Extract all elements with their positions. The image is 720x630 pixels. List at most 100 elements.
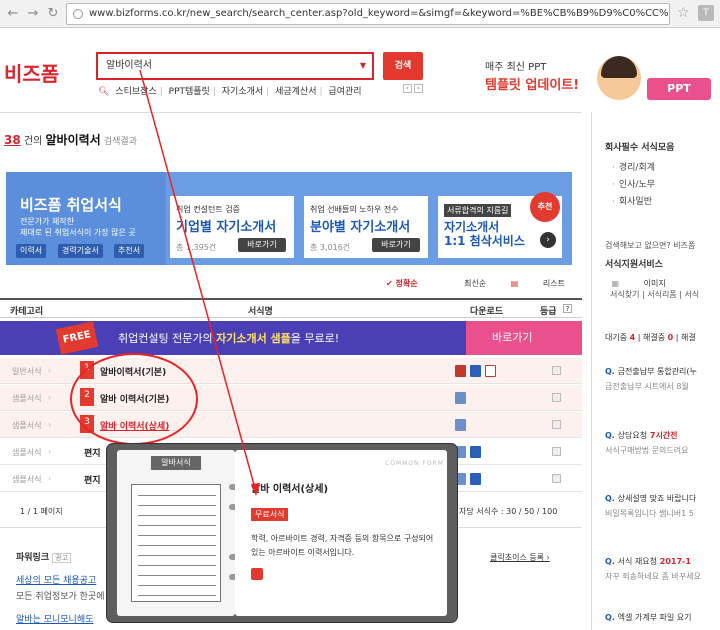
- qa-time: 7시간전: [649, 431, 678, 440]
- search-icon: 🔍︎: [98, 87, 110, 97]
- info-icon: [73, 9, 83, 19]
- promo-subtitle[interactable]: 매주 최신 PPT: [485, 58, 546, 73]
- result-suffix: 검색결과: [103, 137, 137, 147]
- chevron-right-icon[interactable]: ›: [540, 232, 556, 248]
- status-label: 해결: [681, 333, 696, 342]
- word-file-icon[interactable]: [470, 473, 481, 485]
- free-badge: FREE: [55, 321, 99, 355]
- row-category: 샘플서식: [12, 448, 42, 457]
- sort-label: 정확순: [395, 279, 418, 288]
- sidebar-tabs[interactable]: 서식찾기 | 서식리폼 | 서식: [610, 289, 699, 300]
- company-cover-letter-card[interactable]: 취업 컨설턴트 검증 기업별 자기소개서 총 1,395건 바로가기: [170, 196, 294, 258]
- qa-item[interactable]: Q. 상세설명 맞죠 바랍니다 비밀목록입니다 쌤니버1 5: [605, 493, 720, 519]
- back-icon[interactable]: ←: [4, 5, 22, 23]
- card-title: 자기소개서 1:1 첨삭서비스: [444, 220, 525, 248]
- per-page-selector[interactable]: 자당 서식수 : 30 / 50 / 100: [459, 506, 557, 517]
- category-link[interactable]: 세금계산서: [275, 87, 316, 97]
- category-link[interactable]: 급여관리: [328, 87, 361, 97]
- free-go-button[interactable]: 바로가기: [466, 321, 582, 355]
- card-caption: 취업 컨설턴트 검증: [176, 205, 240, 214]
- doc-file-icon[interactable]: [455, 419, 466, 431]
- word-file-icon[interactable]: [470, 365, 481, 377]
- column-category: 카테고리: [10, 307, 44, 317]
- text-part: 의: [202, 332, 213, 345]
- go-button[interactable]: 바로가기: [238, 238, 286, 252]
- power-link-label: 파워링크 광고: [16, 550, 72, 563]
- grade-icon: [552, 447, 561, 456]
- column-grade: 등급: [540, 307, 557, 317]
- click-choice-link[interactable]: 클릭초이스 등록 ›: [490, 552, 550, 563]
- count-suffix: 건의: [23, 136, 43, 147]
- ad-link[interactable]: 알바는 모니모니해도: [16, 612, 93, 625]
- view-label: 리스트: [542, 279, 565, 288]
- status-count: 4: [629, 333, 636, 342]
- bookmark-star-icon[interactable]: ☆: [677, 5, 690, 21]
- grid-icon: ▦: [611, 279, 620, 288]
- site-logo[interactable]: 비즈폼: [4, 58, 59, 87]
- prev-arrow-icon[interactable]: ‹: [403, 84, 412, 93]
- category-link[interactable]: 자기소개서: [222, 87, 263, 97]
- form-title[interactable]: 편지: [84, 446, 101, 459]
- result-keyword: 알바이력서: [45, 133, 101, 147]
- form-title[interactable]: 편지: [84, 473, 101, 486]
- banner-sub-line: 제대로 된 취업서식이 가장 많은 곳: [20, 228, 136, 237]
- sidebar-question: 검색해보고 없으면? 비즈폼: [605, 241, 696, 250]
- view-image[interactable]: ▦ 이미지: [612, 279, 688, 288]
- sidebar-title[interactable]: 회사필수 서식모음: [605, 140, 674, 153]
- page-indicator: 1 / 1 페이지: [20, 507, 63, 516]
- category-link[interactable]: 스티브잡스: [115, 87, 156, 97]
- sidebar-item[interactable]: 경리/회계: [612, 160, 655, 173]
- view-list[interactable]: ▤ 리스트: [511, 279, 587, 288]
- banner-sub-line: 전문가가 제작한: [20, 217, 75, 226]
- free-sample-banner[interactable]: FREE 취업컨설팅 전문가의 자기소개서 샘플을 무료로! 바로가기: [0, 321, 582, 355]
- pdf-file-icon[interactable]: [485, 365, 496, 377]
- ad-link[interactable]: 세상의 모든 채용공고: [16, 573, 96, 586]
- sidebar-item[interactable]: 회사일반: [612, 194, 652, 207]
- search-button[interactable]: 검색: [383, 52, 423, 80]
- free-banner-text: 취업컨설팅 전문가의 자기소개서 샘플을 무료로!: [118, 330, 339, 346]
- grade-icon: [552, 393, 561, 402]
- sidebar-item[interactable]: 인사/노무: [612, 177, 655, 190]
- hwp-file-icon[interactable]: [455, 365, 466, 377]
- forward-icon[interactable]: →: [24, 5, 42, 23]
- job-forms-banner[interactable]: 비즈폼 취업서식 전문가가 제작한 제대로 된 취업서식이 가장 많은 곳 이력서…: [6, 172, 572, 265]
- doc-file-icon[interactable]: [455, 392, 466, 404]
- qa-item[interactable]: Q. 상담요청 7시간전 서식구매방법 문의드려요: [605, 430, 720, 456]
- sort-latest[interactable]: 최신순: [464, 279, 486, 288]
- form-thumbnail[interactable]: [131, 484, 221, 602]
- ppt-badge[interactable]: PPT: [647, 78, 711, 100]
- qa-item[interactable]: Q. 서식 재요청 2017-1 자꾸 죄송하네요 좀 바꾸세요: [605, 556, 720, 582]
- power-link-title: 파워링크: [16, 553, 50, 563]
- card-count: 총 1,395건: [176, 243, 217, 252]
- next-arrow-icon[interactable]: ›: [414, 84, 423, 93]
- qa-item[interactable]: Q. 엑셀 가계부 파일 요기: [605, 612, 720, 623]
- career-button[interactable]: 경력기술서: [58, 244, 103, 258]
- ad-description: 모든 취업정보가 한곳에: [16, 592, 105, 602]
- go-button[interactable]: 바로가기: [372, 238, 420, 252]
- search-input[interactable]: 알바이력서 ▼: [96, 52, 374, 80]
- help-icon[interactable]: ?: [563, 304, 572, 313]
- address-bar[interactable]: www.bizforms.co.kr/new_search/search_cen…: [66, 3, 670, 25]
- field-cover-letter-card[interactable]: 취업 선배들의 노하우 전수 분야별 자기소개서 총 3,016건 바로가기: [304, 196, 428, 258]
- column-download: 다운로드: [470, 307, 504, 317]
- qa-item[interactable]: Q. 금전출납부 통합관리(누 금전출납부 시트에서 8월: [605, 366, 720, 392]
- free-tag: 무료서식: [251, 508, 289, 521]
- preview-title: 알바 이력서(상세): [251, 484, 329, 495]
- view-label: 이미지: [643, 279, 666, 288]
- sort-accuracy[interactable]: ✔ 정확순: [386, 279, 440, 288]
- card-title: 기업별 자기소개서: [176, 220, 277, 235]
- preview-left-page: 알바서식: [117, 450, 235, 616]
- card-title: 분야별 자기소개서: [310, 220, 411, 235]
- card-count: 총 3,016건: [310, 243, 351, 252]
- recommend-button[interactable]: 추천서: [114, 244, 145, 258]
- promo-title[interactable]: 템플릿 업데이트!: [485, 74, 579, 93]
- extension-icon[interactable]: T: [698, 5, 714, 21]
- reload-icon[interactable]: ↻: [44, 5, 62, 23]
- resume-button[interactable]: 이력서: [16, 244, 47, 258]
- dropdown-arrow-icon[interactable]: ▼: [360, 54, 366, 78]
- grade-icon: [552, 366, 561, 375]
- sidebar-service-title[interactable]: 서식지원서비스: [605, 257, 663, 270]
- download-icon[interactable]: [251, 568, 263, 580]
- word-file-icon[interactable]: [470, 446, 481, 458]
- category-link[interactable]: PPT템플릿: [169, 87, 210, 97]
